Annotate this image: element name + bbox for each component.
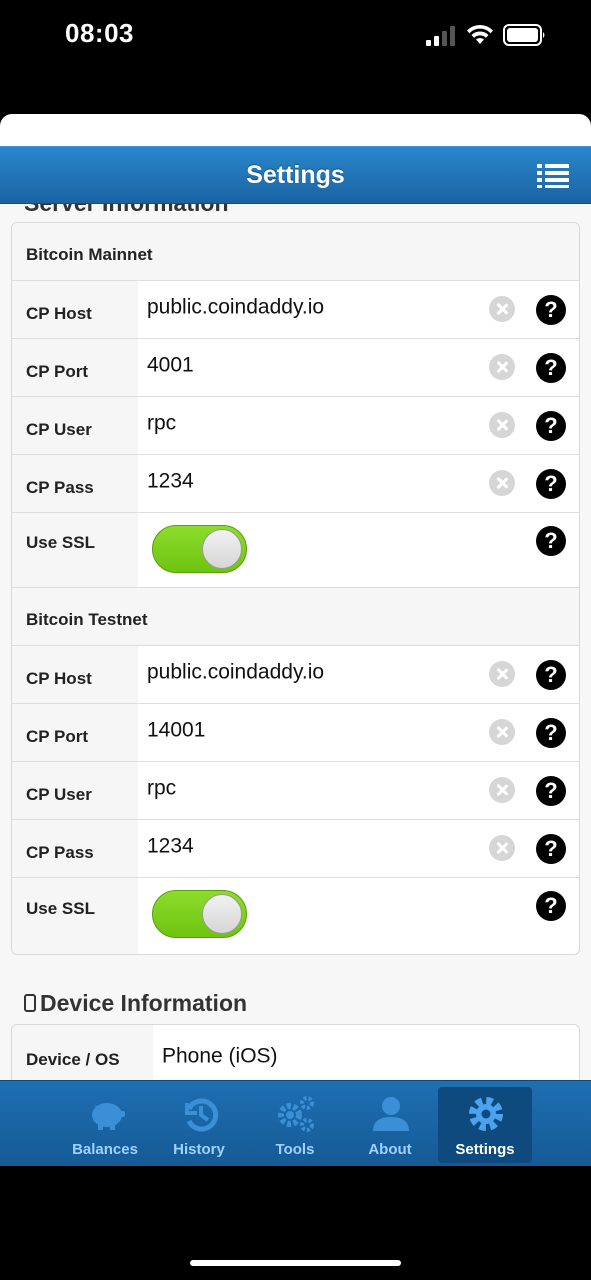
row-label: Device / OS xyxy=(26,1050,120,1069)
clear-icon[interactable] xyxy=(489,835,515,861)
status-bar: 08:03 xyxy=(0,0,591,114)
clear-icon[interactable] xyxy=(489,354,515,380)
device-info-title: Device Information xyxy=(40,990,248,1016)
row-label: CP Host xyxy=(26,668,92,688)
testnet-title: Bitcoin Testnet xyxy=(26,610,148,629)
testnet-user-row: CP User rpc ? xyxy=(12,762,579,820)
page-title: Settings xyxy=(246,161,345,189)
mainnet-host-input[interactable]: public.coindaddy.io xyxy=(147,295,324,319)
toggle-knob xyxy=(202,894,242,934)
row-label: CP Port xyxy=(26,361,89,381)
help-icon[interactable]: ? xyxy=(536,353,566,383)
history-icon xyxy=(185,1098,219,1132)
help-icon[interactable]: ? xyxy=(536,776,566,806)
help-icon[interactable]: ? xyxy=(536,718,566,748)
mainnet-pass-row: CP Pass 1234 ? xyxy=(12,455,579,513)
tab-settings[interactable]: Settings xyxy=(438,1087,532,1163)
clear-icon[interactable] xyxy=(489,719,515,745)
sheet-top xyxy=(0,114,591,146)
device-os-value: Phone (iOS) xyxy=(162,1044,278,1068)
tab-label: Tools xyxy=(275,1141,315,1158)
clear-icon[interactable] xyxy=(489,470,515,496)
device-os-row: Device / OS Phone (iOS) xyxy=(12,1025,579,1080)
tab-history[interactable]: History xyxy=(152,1087,246,1163)
clear-icon[interactable] xyxy=(489,296,515,322)
tab-tools[interactable]: Tools xyxy=(248,1087,342,1163)
mainnet-ssl-row: Use SSL ? xyxy=(12,513,579,588)
mainnet-title: Bitcoin Mainnet xyxy=(26,245,153,264)
help-icon[interactable]: ? xyxy=(536,660,566,690)
device-info-heading: Device Information xyxy=(24,990,247,1017)
testnet-port-input[interactable]: 14001 xyxy=(147,718,205,742)
mainnet-port-row: CP Port 4001 ? xyxy=(12,339,579,397)
row-label: CP User xyxy=(26,784,92,804)
mainnet-pass-input[interactable]: 1234 xyxy=(147,469,194,493)
battery-icon xyxy=(503,24,545,46)
row-label: CP Pass xyxy=(26,842,94,862)
tab-about[interactable]: About xyxy=(343,1087,437,1163)
tab-label: History xyxy=(173,1141,225,1158)
row-label: Use SSL xyxy=(26,533,95,552)
help-icon[interactable]: ? xyxy=(536,834,566,864)
piggy-bank-icon xyxy=(92,1103,125,1130)
toggle-knob xyxy=(202,529,242,569)
help-icon[interactable]: ? xyxy=(536,891,566,921)
testnet-host-row: CP Host public.coindaddy.io ? xyxy=(12,646,579,704)
mainnet-header: Bitcoin Mainnet xyxy=(12,223,579,281)
help-icon[interactable]: ? xyxy=(536,411,566,441)
tab-label: About xyxy=(368,1141,412,1158)
tab-balances[interactable]: Balances xyxy=(58,1087,152,1163)
tab-bar: Balances History Tools About Settings xyxy=(0,1080,591,1166)
gears-icon xyxy=(278,1096,314,1132)
wifi-icon xyxy=(467,24,493,44)
device-card: Device / OS Phone (iOS) xyxy=(11,1024,580,1080)
testnet-header: Bitcoin Testnet xyxy=(12,588,579,646)
mainnet-host-row: CP Host public.coindaddy.io ? xyxy=(12,281,579,339)
server-card: Bitcoin Mainnet CP Host public.coindaddy… xyxy=(11,222,580,955)
testnet-user-input[interactable]: rpc xyxy=(147,776,176,800)
testnet-ssl-toggle[interactable] xyxy=(152,890,247,938)
help-icon[interactable]: ? xyxy=(536,469,566,499)
clear-icon[interactable] xyxy=(489,412,515,438)
mainnet-ssl-toggle[interactable] xyxy=(152,525,247,573)
testnet-port-row: CP Port 14001 ? xyxy=(12,704,579,762)
row-label: CP Port xyxy=(26,726,89,746)
row-label: CP Host xyxy=(26,303,92,323)
phone-icon xyxy=(24,994,36,1012)
settings-content[interactable]: Server Information Bitcoin Mainnet CP Ho… xyxy=(0,204,591,1080)
server-info-heading: Server Information xyxy=(24,204,229,217)
mainnet-user-input[interactable]: rpc xyxy=(147,411,176,435)
row-label: CP Pass xyxy=(26,477,94,497)
help-icon[interactable]: ? xyxy=(536,295,566,325)
clear-icon[interactable] xyxy=(489,777,515,803)
testnet-host-input[interactable]: public.coindaddy.io xyxy=(147,660,324,684)
help-icon[interactable]: ? xyxy=(536,526,566,556)
clear-icon[interactable] xyxy=(489,661,515,687)
gear-icon xyxy=(469,1097,503,1131)
testnet-ssl-row: Use SSL ? xyxy=(12,878,579,954)
testnet-pass-input[interactable]: 1234 xyxy=(147,834,194,858)
mainnet-user-row: CP User rpc ? xyxy=(12,397,579,455)
home-indicator[interactable] xyxy=(190,1260,401,1266)
list-menu-icon[interactable] xyxy=(537,164,569,188)
row-label: CP User xyxy=(26,419,92,439)
app-header: Settings xyxy=(0,146,591,204)
mainnet-port-input[interactable]: 4001 xyxy=(147,353,194,377)
signal-icon xyxy=(426,26,455,46)
testnet-pass-row: CP Pass 1234 ? xyxy=(12,820,579,878)
tab-label: Balances xyxy=(72,1141,138,1158)
user-icon xyxy=(373,1097,409,1131)
row-label: Use SSL xyxy=(26,899,95,918)
tab-label: Settings xyxy=(455,1141,515,1158)
status-time: 08:03 xyxy=(65,18,134,48)
